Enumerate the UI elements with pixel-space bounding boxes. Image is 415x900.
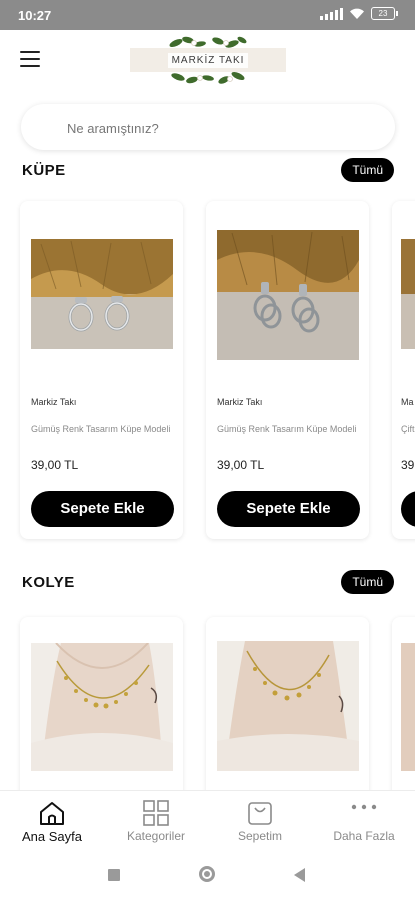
product-price: 39,00 TL — [217, 458, 265, 472]
status-time: 10:27 — [18, 8, 52, 23]
nav-categories-label: Kategoriler — [126, 829, 186, 843]
grid-icon — [143, 800, 169, 826]
brand-name: MARKİZ TAKI — [167, 52, 249, 68]
brand-logo[interactable]: MARKİZ TAKI — [130, 34, 286, 86]
product-price: 39 — [401, 458, 415, 472]
home-icon — [40, 802, 64, 825]
add-to-cart-button[interactable] — [401, 491, 415, 527]
recent-apps-icon[interactable] — [108, 869, 120, 881]
product-card[interactable] — [206, 617, 369, 790]
product-brand: Markiz Takı — [217, 397, 263, 407]
search-input[interactable] — [65, 104, 369, 152]
bottom-navigation: Ana Sayfa Kategoriler Sepetim Daha Fazla — [0, 790, 415, 851]
product-card[interactable] — [20, 617, 183, 790]
section-title-kupe: KÜPE — [22, 162, 66, 179]
system-navigation-bar — [0, 851, 415, 900]
nav-more-label: Daha Fazla — [333, 829, 395, 843]
nav-home-label: Ana Sayfa — [22, 829, 82, 844]
status-bar: 10:27 23 — [0, 0, 415, 30]
product-name[interactable]: Gümüş Renk Tasarım Küpe Modeli — [31, 423, 171, 435]
product-image[interactable] — [401, 239, 415, 349]
top-app-bar: MARKİZ TAKI — [0, 30, 415, 92]
status-icons: 23 — [320, 7, 398, 20]
product-price: 39,00 TL — [31, 458, 79, 472]
kolye-product-list[interactable] — [0, 612, 415, 790]
home-button-icon[interactable] — [199, 866, 215, 882]
product-card[interactable]: Markiz Takı Gümüş Renk Tasarım Küpe Mode… — [206, 201, 369, 539]
product-image[interactable] — [401, 643, 415, 771]
product-image[interactable] — [31, 239, 173, 349]
product-image[interactable] — [31, 643, 173, 771]
signal-icon — [320, 7, 343, 20]
product-image[interactable] — [217, 641, 359, 771]
product-name[interactable]: Gümüş Renk Tasarım Küpe Modeli — [217, 423, 357, 435]
kupe-product-list[interactable]: Markiz Takı Gümüş Renk Tasarım Küpe Mode… — [0, 196, 415, 546]
more-dots-icon — [351, 804, 377, 810]
product-card[interactable]: Ma Çift 39 — [392, 201, 415, 539]
product-image[interactable] — [217, 230, 359, 360]
nav-categories[interactable]: Kategoriler — [104, 791, 208, 851]
nav-more[interactable]: Daha Fazla — [312, 791, 415, 851]
see-all-kupe-button[interactable]: Tümü — [341, 158, 394, 182]
add-to-cart-button[interactable]: Sepete Ekle — [217, 491, 360, 527]
product-name[interactable]: Çift — [401, 423, 415, 435]
battery-level: 23 — [378, 9, 388, 18]
wifi-icon — [350, 8, 364, 19]
nav-cart[interactable]: Sepetim — [208, 791, 312, 851]
product-card[interactable] — [392, 617, 415, 790]
search-bar[interactable] — [21, 104, 395, 152]
menu-icon[interactable] — [20, 51, 40, 67]
nav-cart-label: Sepetim — [237, 829, 283, 843]
back-icon[interactable] — [294, 868, 305, 882]
add-to-cart-button[interactable]: Sepete Ekle — [31, 491, 174, 527]
nav-home[interactable]: Ana Sayfa — [0, 791, 104, 851]
product-brand: Markiz Takı — [31, 397, 77, 407]
product-brand: Ma — [401, 397, 414, 407]
battery-icon: 23 — [371, 7, 398, 20]
section-title-kolye: KOLYE — [22, 574, 75, 591]
see-all-kolye-button[interactable]: Tümü — [341, 570, 394, 594]
shopping-bag-icon — [248, 802, 272, 825]
product-card[interactable]: Markiz Takı Gümüş Renk Tasarım Küpe Mode… — [20, 201, 183, 539]
